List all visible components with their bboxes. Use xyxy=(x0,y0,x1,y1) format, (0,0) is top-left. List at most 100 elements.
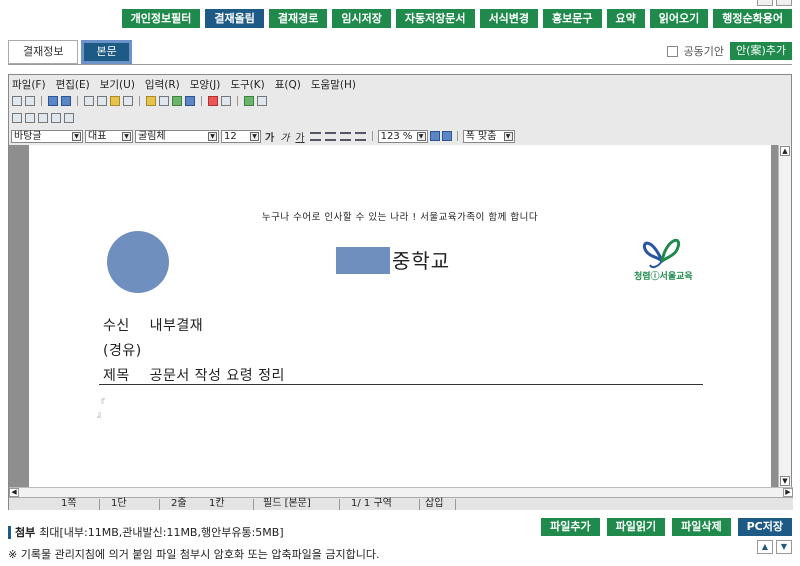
chevron-down-icon: ▼ xyxy=(416,131,426,141)
add-draft-button[interactable]: 안(案)추가 xyxy=(730,42,792,60)
butterfly-logo-icon xyxy=(643,238,681,269)
char-shape-icon[interactable] xyxy=(146,96,156,106)
lang-select[interactable]: 대표 ▼ xyxy=(85,129,133,143)
undo-icon[interactable] xyxy=(48,96,58,106)
print-preview-icon[interactable] xyxy=(12,96,22,106)
status-mode: 삽입 xyxy=(425,498,444,509)
memo-icon[interactable] xyxy=(64,113,74,123)
move-up-icon[interactable]: ▲ xyxy=(757,540,773,554)
line-spacing-down-icon[interactable] xyxy=(441,131,452,141)
doc-slogan: 누구나 수어로 인사할 수 있는 나라 ! 서울교육가족이 함께 합니다 xyxy=(261,212,539,223)
status-page: 1쪽 xyxy=(61,498,77,509)
cut-icon[interactable] xyxy=(84,96,94,106)
picture-icon[interactable] xyxy=(244,96,254,106)
chevron-down-icon: ▼ xyxy=(250,131,259,141)
print-icon[interactable] xyxy=(25,96,35,106)
recipient-value: 내부결재 xyxy=(149,318,204,334)
editor-menubar: 파일(F) 편집(E) 보기(U) 입력(R) 모양(J) 도구(K) 표(Q)… xyxy=(12,77,356,92)
scroll-left-icon[interactable]: ◀ xyxy=(9,488,19,497)
table-icon[interactable] xyxy=(12,113,22,123)
chevron-down-icon: ▼ xyxy=(208,131,217,141)
copy-icon[interactable] xyxy=(97,96,107,106)
tab-approval-info[interactable]: 결재정보 xyxy=(8,40,79,64)
corner-buttons xyxy=(757,0,792,6)
autosave-docs-button[interactable]: 자동저장문서 xyxy=(395,9,475,28)
scroll-down-icon[interactable]: ▼ xyxy=(780,476,790,486)
hanja-icon[interactable] xyxy=(208,96,218,106)
scroll-right-icon[interactable]: ▶ xyxy=(783,488,793,497)
attachment-buttons: 파일추가 파일읽기 파일삭제 PC저장 xyxy=(541,518,792,536)
tab-bar: 결재정보 본문 xyxy=(8,40,135,64)
align-center-icon[interactable] xyxy=(339,131,351,141)
align-left-icon[interactable] xyxy=(324,131,336,141)
align-right-icon[interactable] xyxy=(354,131,366,141)
object-icon[interactable] xyxy=(185,96,195,106)
menu-edit[interactable]: 편집(E) xyxy=(56,77,90,92)
menu-tools[interactable]: 도구(K) xyxy=(230,77,264,92)
line-spacing-up-icon[interactable] xyxy=(429,131,440,141)
font-select[interactable]: 굴림체 ▼ xyxy=(135,129,219,143)
document-canvas: 누구나 수어로 인사할 수 있는 나라 ! 서울교육가족이 함께 합니다 중학교… xyxy=(9,145,779,487)
zoom-select[interactable]: 123 % ▼ xyxy=(377,129,428,143)
add-file-button[interactable]: 파일추가 xyxy=(541,518,600,536)
standard-toolbar xyxy=(12,95,267,107)
action-toolbar: 개인정보필터 결재올림 결재경로 임시저장 자동저장문서 서식변경 홍보문구 요… xyxy=(121,9,792,28)
redo-icon[interactable] xyxy=(61,96,71,106)
delete-file-button[interactable]: 파일삭제 xyxy=(672,518,731,536)
menu-table[interactable]: 표(Q) xyxy=(275,77,301,92)
doc-emblem-placeholder xyxy=(107,231,169,293)
submit-approval-button[interactable]: 결재올림 xyxy=(205,9,264,28)
subject-value: 공문서 작성 요령 정리 xyxy=(149,368,285,384)
menu-file[interactable]: 파일(F) xyxy=(12,77,46,92)
approval-route-button[interactable]: 결재경로 xyxy=(268,9,328,28)
horizontal-scrollbar[interactable]: ◀ ▶ xyxy=(9,487,793,497)
corner-button-left[interactable] xyxy=(757,0,773,6)
font-size-select[interactable]: 12 ▼ xyxy=(221,129,261,143)
style-select[interactable]: 바탕글 ▼ xyxy=(11,129,83,143)
eraser-icon[interactable] xyxy=(221,96,231,106)
table-grid-icon[interactable] xyxy=(257,96,267,106)
paste-icon[interactable] xyxy=(110,96,120,106)
draft-options: 공동기안 안(案)추가 xyxy=(666,42,792,60)
logo-text: 청렴ⓘ서울교육 xyxy=(634,272,693,282)
scroll-up-icon[interactable]: ▲ xyxy=(780,146,790,156)
menu-help[interactable]: 도움말(H) xyxy=(311,77,356,92)
move-down-icon[interactable]: ▼ xyxy=(776,540,792,554)
joint-draft-checkbox[interactable] xyxy=(666,45,678,57)
pc-save-button[interactable]: PC저장 xyxy=(737,518,792,536)
para-mark-bottom: 』 xyxy=(97,410,105,419)
format-paste-icon[interactable] xyxy=(123,96,133,106)
attachment-limits: 최대[내부:11MB,관내발신:11MB,행안부유통:5MB] xyxy=(39,526,284,539)
para-shape-icon[interactable] xyxy=(159,96,169,106)
attachment-warning: ※ 기록물 관리지침에 의거 붙임 파일 첨부시 암호화 또는 압축파일을 금지… xyxy=(8,548,380,561)
promo-text-button[interactable]: 홍보문구 xyxy=(543,9,602,28)
status-section: 1단 xyxy=(111,498,127,509)
underline-button[interactable]: 가 xyxy=(293,129,306,144)
document-page[interactable]: 누구나 수어로 인사할 수 있는 나라 ! 서울교육가족이 함께 합니다 중학교… xyxy=(29,145,771,487)
personal-info-filter-button[interactable]: 개인정보필터 xyxy=(121,9,201,28)
comment-icon[interactable] xyxy=(51,113,61,123)
change-form-button[interactable]: 서식변경 xyxy=(479,9,539,28)
tab-body[interactable]: 본문 xyxy=(81,40,132,64)
temp-save-button[interactable]: 임시저장 xyxy=(332,9,391,28)
corner-button-right[interactable] xyxy=(776,0,792,6)
status-position: 1/ 1 구역 xyxy=(351,498,392,509)
read-aloud-button[interactable]: 읽어오기 xyxy=(649,9,709,28)
grid-icon[interactable] xyxy=(25,113,35,123)
chevron-down-icon: ▼ xyxy=(503,131,513,141)
image-insert-icon[interactable] xyxy=(172,96,182,106)
bold-button[interactable]: 가 xyxy=(263,129,276,144)
summary-button[interactable]: 요약 xyxy=(606,9,645,28)
menu-view[interactable]: 보기(U) xyxy=(100,77,135,92)
italic-button[interactable]: 가 xyxy=(278,129,291,144)
school-name: 중학교 xyxy=(392,249,451,273)
menu-insert[interactable]: 입력(R) xyxy=(145,77,180,92)
vertical-scrollbar[interactable]: ▲ ▼ xyxy=(778,145,791,487)
menu-format[interactable]: 모양(J) xyxy=(190,77,221,92)
fit-width-select[interactable]: 폭 맞춤 ▼ xyxy=(462,129,515,143)
admin-terms-button[interactable]: 행정순화용어 xyxy=(713,9,792,28)
format-toolbar: 바탕글 ▼ 대표 ▼ 굴림체 ▼ 12 ▼ 가 가 가 123 % ▼ 폭 맞춤 ▼ xyxy=(9,129,791,144)
align-justify-icon[interactable] xyxy=(309,131,321,141)
link-icon[interactable] xyxy=(38,113,48,123)
read-file-button[interactable]: 파일읽기 xyxy=(606,518,666,536)
